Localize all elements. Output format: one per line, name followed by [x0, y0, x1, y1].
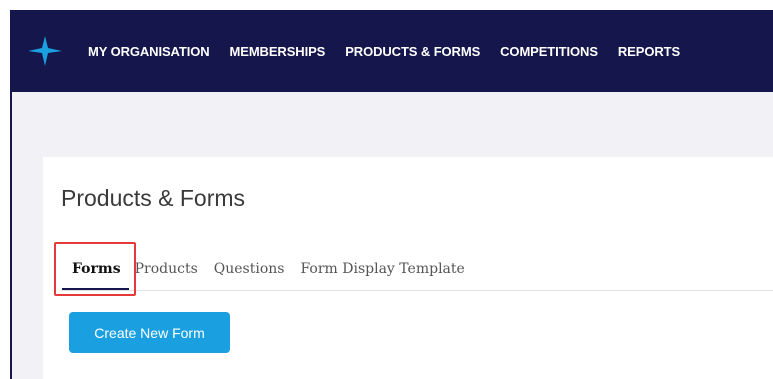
- nav-item-reports[interactable]: REPORTS: [618, 44, 680, 59]
- tab-questions[interactable]: Questions: [214, 261, 285, 277]
- tab-form-display-template[interactable]: Form Display Template: [300, 261, 464, 277]
- star-logo-icon[interactable]: [28, 36, 62, 66]
- main-nav: MY ORGANISATION MEMBERSHIPS PRODUCTS & F…: [88, 10, 700, 92]
- nav-item-products-forms[interactable]: PRODUCTS & FORMS: [345, 44, 480, 59]
- top-navbar: MY ORGANISATION MEMBERSHIPS PRODUCTS & F…: [10, 10, 773, 92]
- left-border: [10, 92, 12, 379]
- nav-item-competitions[interactable]: COMPETITIONS: [500, 44, 598, 59]
- nav-item-memberships[interactable]: MEMBERSHIPS: [230, 44, 326, 59]
- highlight-annotation-box: [54, 242, 136, 296]
- create-new-form-button[interactable]: Create New Form: [69, 312, 230, 353]
- nav-item-my-organisation[interactable]: MY ORGANISATION: [88, 44, 210, 59]
- tab-divider: [61, 290, 773, 291]
- page-title: Products & Forms: [61, 185, 246, 211]
- tab-products[interactable]: Products: [135, 261, 198, 277]
